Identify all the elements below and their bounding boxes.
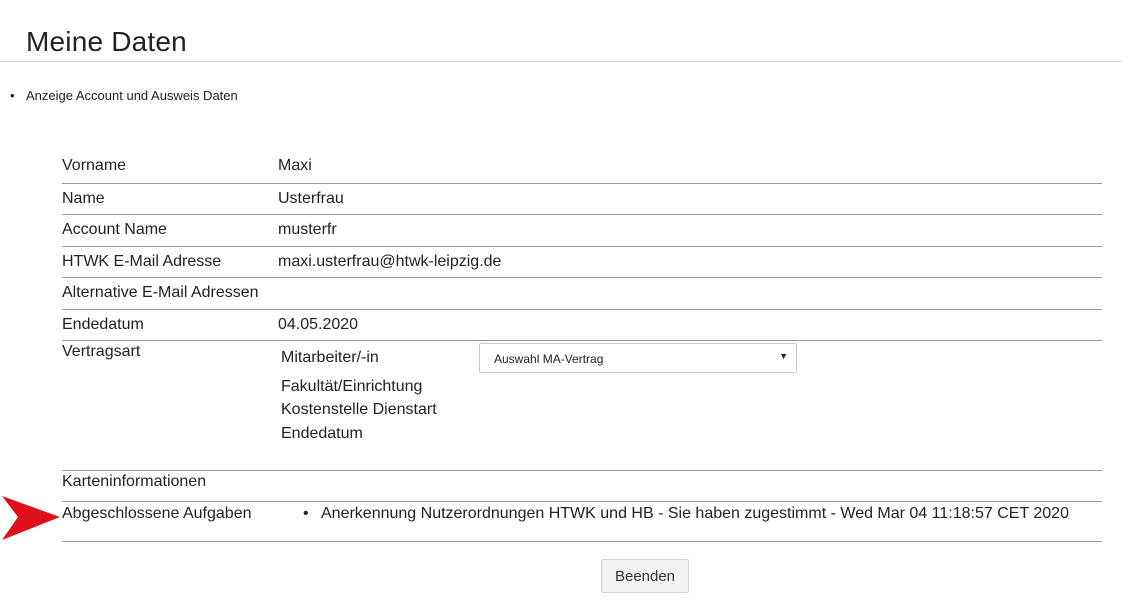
red-arrow-icon bbox=[2, 496, 62, 545]
row-divider bbox=[62, 214, 1102, 215]
email-value: maxi.usterfrau@htwk-leipzig.de bbox=[278, 253, 502, 270]
aufgaben-item: Anerkennung Nutzerordnungen HTWK und HB … bbox=[321, 505, 1069, 522]
account-label: Account Name bbox=[62, 221, 167, 238]
bullet-icon: • bbox=[10, 88, 15, 103]
vertragsart-role: Mitarbeiter/-in bbox=[281, 349, 379, 366]
caret-down-icon: ▼ bbox=[779, 351, 788, 361]
vorname-label: Vorname bbox=[62, 157, 127, 174]
row-divider bbox=[62, 470, 1102, 471]
email-label: HTWK E-Mail Adresse bbox=[62, 253, 222, 270]
title-divider bbox=[0, 61, 1122, 62]
row-divider bbox=[62, 183, 1102, 184]
alt-email-label: Alternative E-Mail Adressen bbox=[62, 284, 259, 301]
vertrag-endedatum-label: Endedatum bbox=[281, 425, 363, 442]
intro-list-item: • Anzeige Account und Ausweis Daten bbox=[10, 88, 238, 103]
row-divider bbox=[62, 501, 1102, 502]
row-divider bbox=[62, 340, 1102, 341]
aufgaben-label: Abgeschlossene Aufgaben bbox=[62, 505, 252, 522]
fakultaet-label: Fakultät/Einrichtung bbox=[281, 378, 423, 395]
beenden-button[interactable]: Beenden bbox=[601, 559, 689, 593]
endedatum-label: Endedatum bbox=[62, 316, 144, 333]
page-title: Meine Daten bbox=[26, 26, 187, 57]
row-divider bbox=[62, 309, 1102, 310]
intro-text: Anzeige Account und Ausweis Daten bbox=[26, 88, 238, 103]
row-divider bbox=[62, 246, 1102, 247]
vorname-value: Maxi bbox=[278, 157, 312, 174]
vertrag-select[interactable]: Auswahl MA-Vertrag ▼ bbox=[479, 343, 797, 373]
bullet-icon: • bbox=[303, 505, 309, 522]
name-label: Name bbox=[62, 190, 105, 207]
row-divider bbox=[62, 277, 1102, 278]
vertrag-select-value: Auswahl MA-Vertrag bbox=[494, 352, 604, 366]
endedatum-value: 04.05.2020 bbox=[278, 316, 359, 333]
karteninformationen-label: Karteninformationen bbox=[62, 473, 207, 490]
name-value: Usterfrau bbox=[278, 190, 344, 207]
kostenstelle-label: Kostenstelle Dienstart bbox=[281, 401, 437, 418]
account-value: musterfr bbox=[278, 221, 337, 238]
row-divider bbox=[62, 541, 1102, 542]
vertragsart-label: Vertragsart bbox=[62, 343, 141, 360]
